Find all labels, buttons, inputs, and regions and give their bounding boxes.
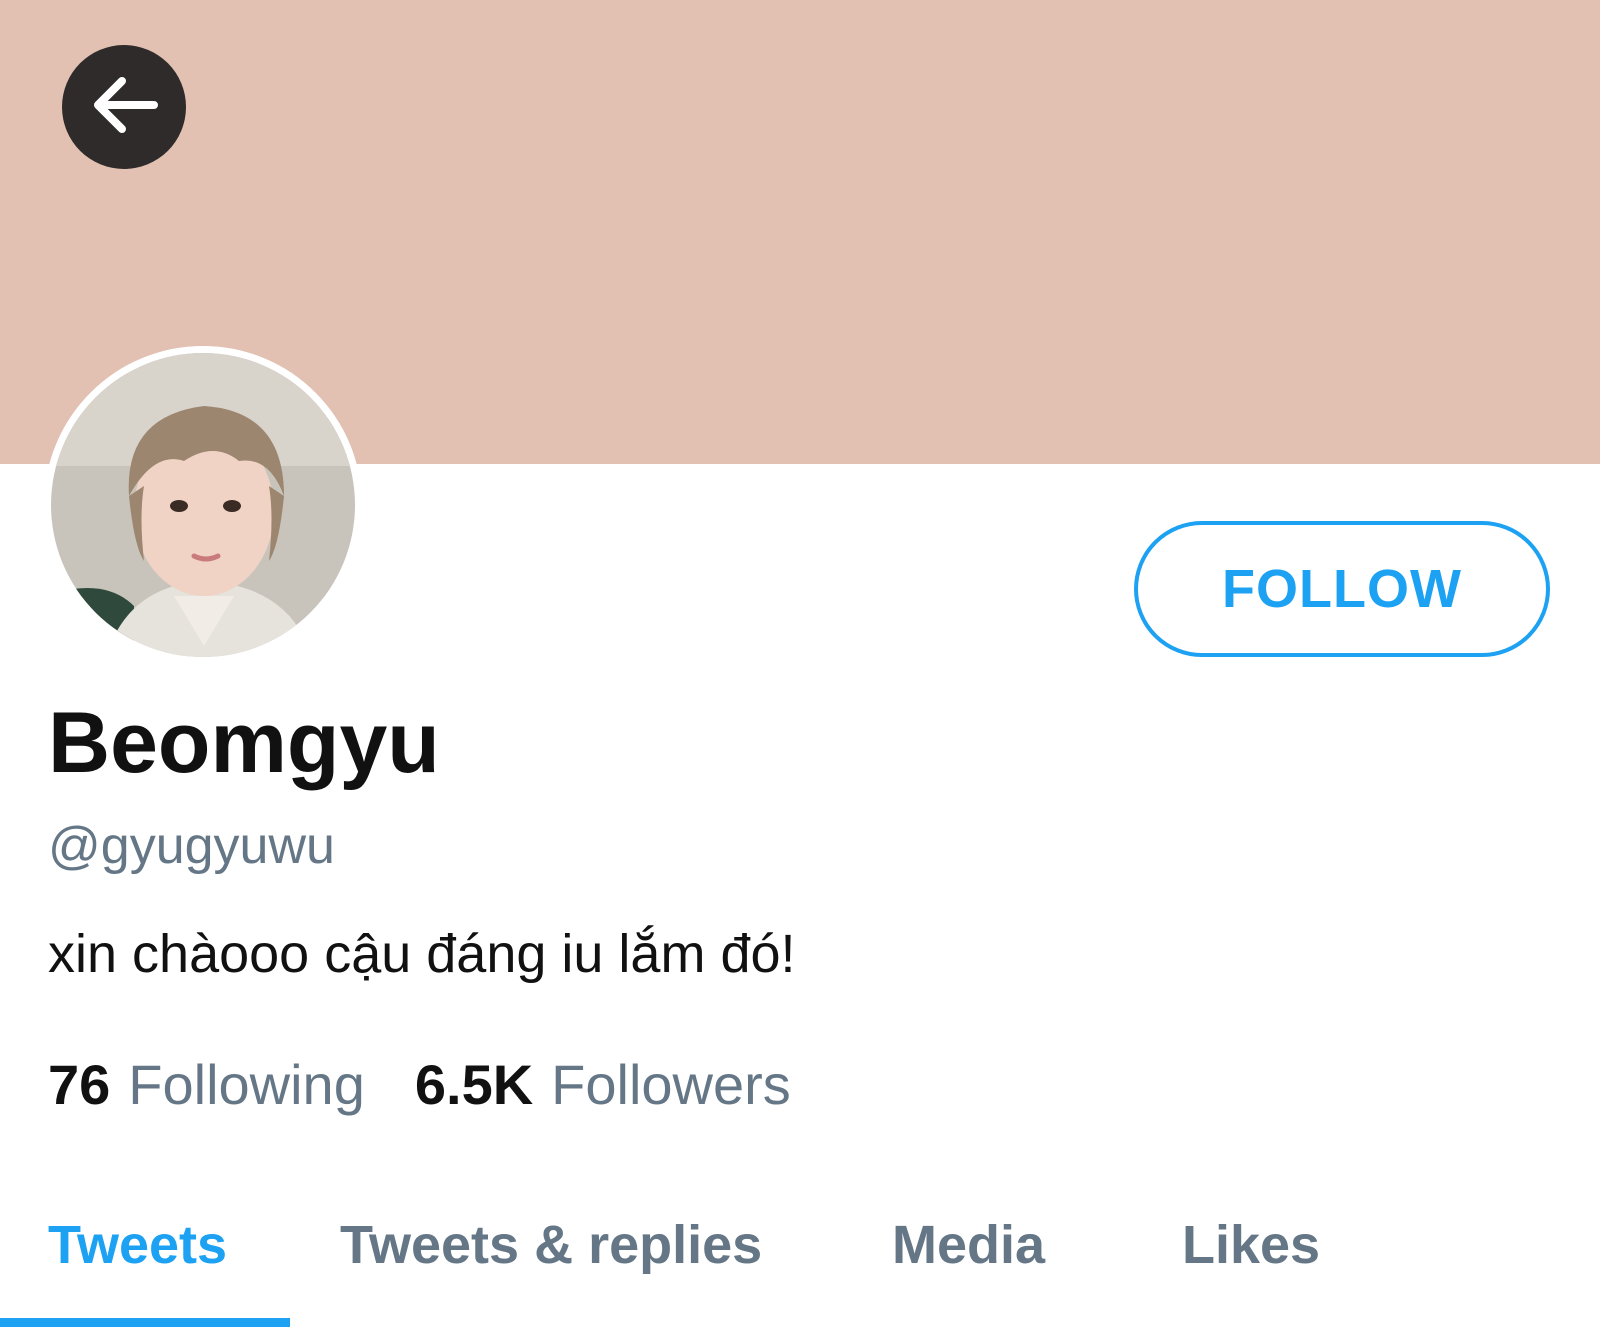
display-name: Beomgyu bbox=[48, 695, 440, 791]
tab-media[interactable]: Media bbox=[892, 1218, 1045, 1272]
profile-page: FOLLOW Beomgyu @gyugyuwu xin chàooo cậu … bbox=[0, 0, 1600, 1327]
following-count: 76 bbox=[48, 1053, 111, 1116]
tab-tweets-and-replies[interactable]: Tweets & replies bbox=[340, 1218, 762, 1272]
tab-tweets[interactable]: Tweets bbox=[48, 1218, 227, 1272]
profile-stats: 76 Following 6.5K Followers bbox=[48, 1057, 791, 1113]
followers-count: 6.5K bbox=[414, 1053, 534, 1116]
arrow-left-icon bbox=[88, 75, 160, 140]
profile-bio: xin chàooo cậu đáng iu lắm đó! bbox=[48, 924, 796, 984]
followers-stat[interactable]: 6.5K Followers bbox=[415, 1057, 791, 1113]
profile-tabs: Tweets Tweets & replies Media Likes bbox=[0, 1180, 1600, 1327]
avatar[interactable] bbox=[44, 346, 362, 664]
profile-handle: @gyugyuwu bbox=[48, 817, 335, 875]
followers-label: Followers bbox=[551, 1053, 791, 1116]
active-tab-indicator bbox=[0, 1318, 290, 1327]
back-button[interactable] bbox=[62, 45, 186, 169]
follow-button[interactable]: FOLLOW bbox=[1134, 521, 1550, 657]
tab-likes[interactable]: Likes bbox=[1182, 1218, 1320, 1272]
following-stat[interactable]: 76 Following bbox=[48, 1057, 365, 1113]
following-label: Following bbox=[128, 1053, 365, 1116]
